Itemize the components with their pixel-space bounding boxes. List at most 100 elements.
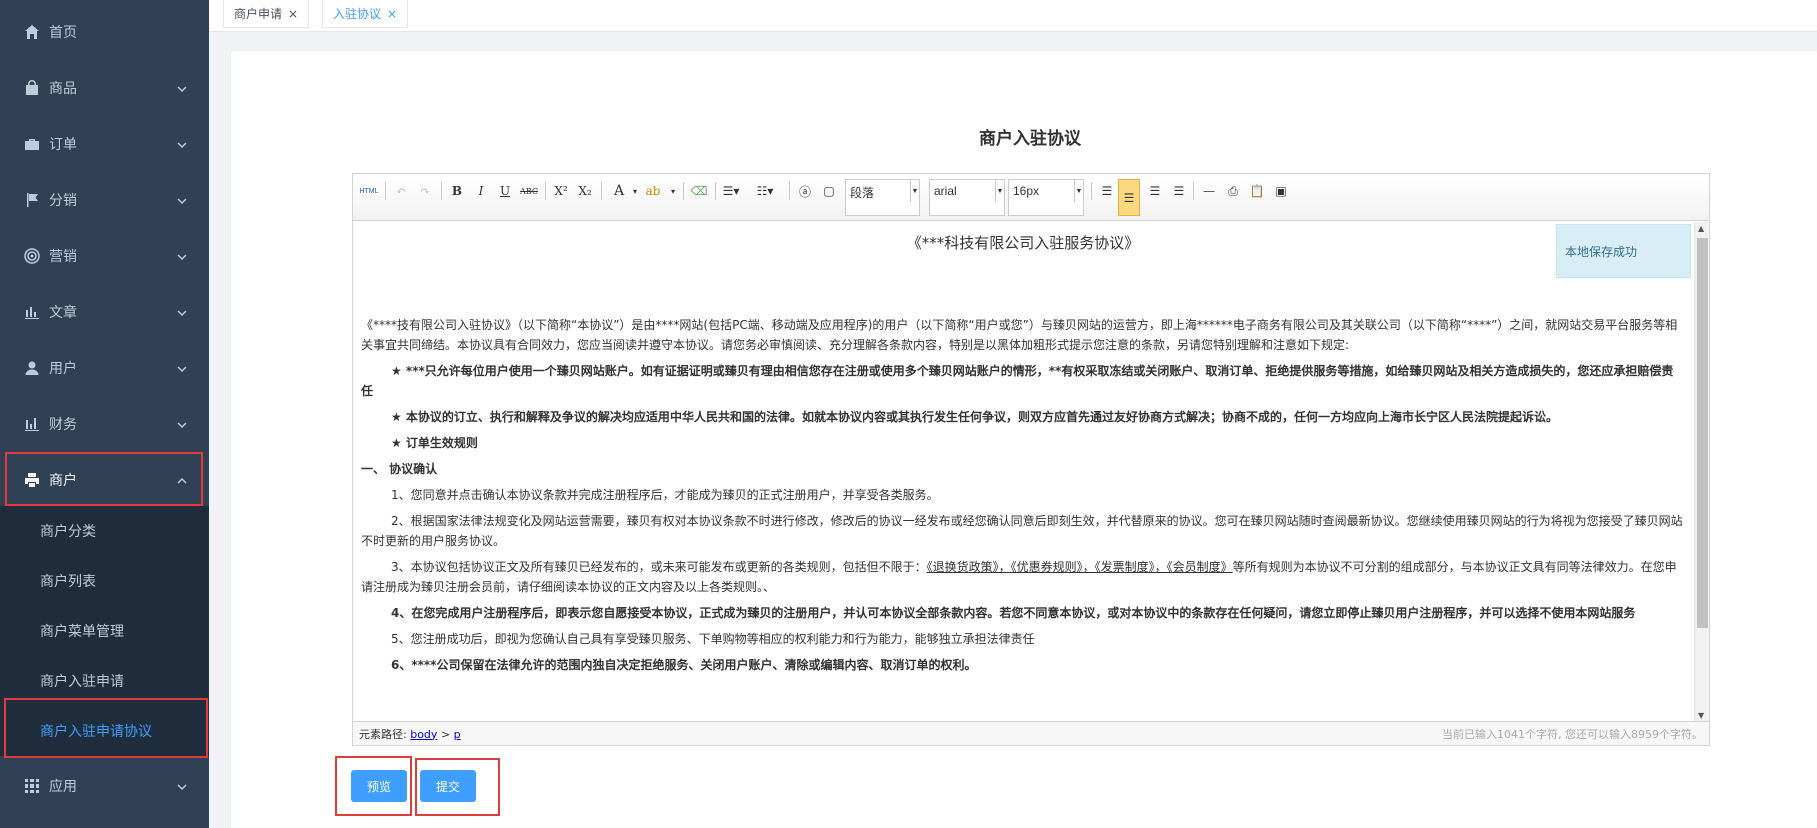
align-left-icon[interactable]: ☰ [1097, 180, 1117, 202]
sidebar-item-home[interactable]: 首页 [0, 4, 209, 60]
chevron-down-icon: ▼ [995, 180, 1004, 202]
page-icon[interactable]: ▢ [819, 180, 839, 202]
sidebar-item-label: 营销 [49, 249, 77, 265]
underline-button[interactable]: U [495, 180, 515, 202]
tag-label: 入驻协议 [333, 7, 382, 21]
sidebar-item-label: 商户 [49, 473, 77, 489]
html-source-button[interactable]: HTML [359, 180, 379, 202]
chevron-down-icon[interactable]: ▾ [625, 180, 645, 202]
close-icon[interactable]: × [288, 7, 298, 21]
sidebar-item-goods[interactable]: 商品 [0, 60, 209, 116]
sidebar-item-label: 文章 [49, 305, 77, 321]
sidebar-item-apps[interactable]: 应用 [0, 758, 209, 814]
paragraph: 6、****公司保留在法律允许的范围内独自决定拒绝服务、关闭用户账户、清除或编辑… [391, 658, 977, 672]
italic-button[interactable]: I [471, 180, 491, 202]
close-icon[interactable]: × [387, 7, 397, 21]
sidebar-item-label: 首页 [49, 25, 77, 41]
align-right-icon[interactable]: ☰ [1145, 180, 1165, 202]
chevron-down-icon [177, 250, 187, 261]
paragraph: 1、您同意并点击确认本协议条款并完成注册程序后，才能成为臻贝的正式注册用户，并享… [391, 488, 939, 502]
eraser-icon[interactable]: ⌫ [689, 180, 709, 202]
element-path-label: 元素路径: [359, 727, 407, 741]
sidebar-item-users[interactable]: 用户 [0, 340, 209, 396]
path-separator: > [440, 727, 451, 741]
print-icon[interactable]: ⎙ [1223, 180, 1243, 202]
redo-icon[interactable]: ↷ [415, 180, 435, 202]
font-size-select-value: 16px [1013, 184, 1040, 198]
finance-chart-icon [24, 416, 40, 432]
sidebar-item-distribution[interactable]: 分销 [0, 172, 209, 228]
toolbar-separator [545, 182, 546, 200]
font-size-select[interactable]: 16px ▼ [1008, 179, 1084, 216]
font-family-select[interactable]: arial ▼ [929, 179, 1005, 216]
scroll-down-icon[interactable]: ▼ [1698, 711, 1704, 720]
tag-agreement[interactable]: 入驻协议 × [322, 0, 409, 28]
sidebar-item-orders[interactable]: 订单 [0, 116, 209, 172]
paragraph: 3、本协议包括协议正文及所有臻贝已经发布的，或未来可能发布或更新的各类规则，包括… [361, 557, 1685, 597]
chevron-down-icon [177, 138, 187, 149]
paragraph: 5、您注册成功后，即视为您确认自己具有享受臻贝服务、下单购物等相应的权利能力和行… [391, 632, 1035, 646]
chevron-down-icon: ▼ [1074, 180, 1083, 202]
strikethrough-button[interactable]: ABC [519, 180, 539, 202]
superscript-button[interactable]: X² [551, 180, 571, 202]
toolbar-separator [789, 182, 790, 200]
highlight-color-icon[interactable]: ab [643, 180, 663, 202]
home-icon [24, 24, 40, 40]
tag-merchant-apply[interactable]: 商户申请 × [223, 0, 310, 28]
align-justify-icon[interactable]: ☰ [1169, 180, 1189, 202]
bag-icon [24, 80, 40, 96]
char-count: 当前已输入1041个字符, 您还可以输入8959个字符。 [1442, 727, 1703, 741]
path-body-link[interactable]: body [410, 728, 437, 741]
rules-links[interactable]: 《退换货政策》，《优惠券规则》，《发票制度》，《会员制度》 [927, 560, 1233, 574]
scrollbar-thumb[interactable] [1697, 238, 1708, 628]
chevron-down-icon [177, 194, 187, 205]
target-icon [24, 248, 40, 264]
sidebar-item-merchant[interactable]: 商户 [0, 452, 209, 508]
chevron-down-icon[interactable]: ▾ [663, 180, 683, 202]
paste-icon[interactable]: 📋 [1247, 180, 1267, 202]
font-family-select-value: arial [934, 184, 957, 198]
sidebar-item-articles[interactable]: 文章 [0, 284, 209, 340]
scroll-up-icon[interactable]: ▲ [1698, 224, 1704, 233]
merchant-submenu: 商户分类 商户列表 商户菜单管理 商户入驻申请 商户入驻申请协议 [0, 506, 209, 756]
editor-content[interactable]: 《***科技有限公司入驻服务协议》 《****技有限公司入驻协议》（以下简称“本… [353, 222, 1693, 722]
sidebar-subitem-merchant-category[interactable]: 商户分类 [0, 506, 209, 556]
chevron-down-icon [177, 82, 187, 93]
sidebar-subitem-merchant-apply[interactable]: 商户入驻申请 [0, 656, 209, 706]
paragraph: 2、根据国家法律法规变化及网站运营需要，臻贝有权对本协议条款不时进行修改，修改后… [361, 514, 1683, 548]
sidebar-item-marketing[interactable]: 营销 [0, 228, 209, 284]
tags-view: 商户申请 × 入驻协议 × [209, 0, 1817, 32]
printer-icon [24, 472, 40, 488]
chevron-up-icon [177, 474, 187, 484]
horizontal-rule-icon[interactable]: — [1199, 180, 1219, 202]
element-path: 元素路径: body > p [359, 726, 461, 742]
editor-scrollbar[interactable]: ▲ ▼ [1694, 222, 1709, 722]
undo-icon[interactable]: ↶ [391, 180, 411, 202]
ordered-list-icon[interactable]: ☰▾ [721, 180, 741, 202]
grid-icon [24, 778, 40, 794]
paragraph: ★ 订单生效规则 [391, 436, 478, 450]
toolbar-separator [683, 182, 684, 200]
sidebar-item-label: 商品 [49, 81, 77, 97]
briefcase-icon [24, 136, 40, 152]
preview-button[interactable]: 预览 [351, 770, 407, 802]
sidebar-item-finance[interactable]: 财务 [0, 396, 209, 452]
toolbar-separator [385, 182, 386, 200]
subscript-button[interactable]: X₂ [575, 180, 595, 202]
path-p-link[interactable]: p [454, 728, 461, 741]
user-icon [24, 360, 40, 376]
align-center-icon[interactable]: ☰ [1118, 179, 1140, 216]
toolbar-separator [715, 182, 716, 200]
bold-button[interactable]: B [447, 180, 467, 202]
submit-button[interactable]: 提交 [420, 770, 476, 802]
image-icon[interactable]: ▣ [1271, 180, 1291, 202]
unordered-list-icon[interactable]: ☷▾ [755, 180, 775, 202]
paragraph-select[interactable]: 段落 ▼ [845, 179, 920, 216]
paragraph: 4、在您完成用户注册程序后，即表示您自愿接受本协议，正式成为臻贝的注册用户，并认… [391, 606, 1636, 620]
sidebar-subitem-merchant-list[interactable]: 商户列表 [0, 556, 209, 606]
link-anchor-icon[interactable]: ⓐ [795, 180, 815, 202]
sidebar-subitem-merchant-agreement[interactable]: 商户入驻申请协议 [0, 706, 209, 756]
editor-toolbar: HTML ↶ ↷ B I U ABC X² X₂ A ▾ ab ▾ ⌫ ☰▾ ☷… [353, 174, 1709, 221]
sidebar-subitem-merchant-menu[interactable]: 商户菜单管理 [0, 606, 209, 656]
paragraph: ★ ***只允许每位用户使用一个臻贝网站账户。如有证据证明或臻贝有理由相信您存在… [361, 364, 1674, 398]
